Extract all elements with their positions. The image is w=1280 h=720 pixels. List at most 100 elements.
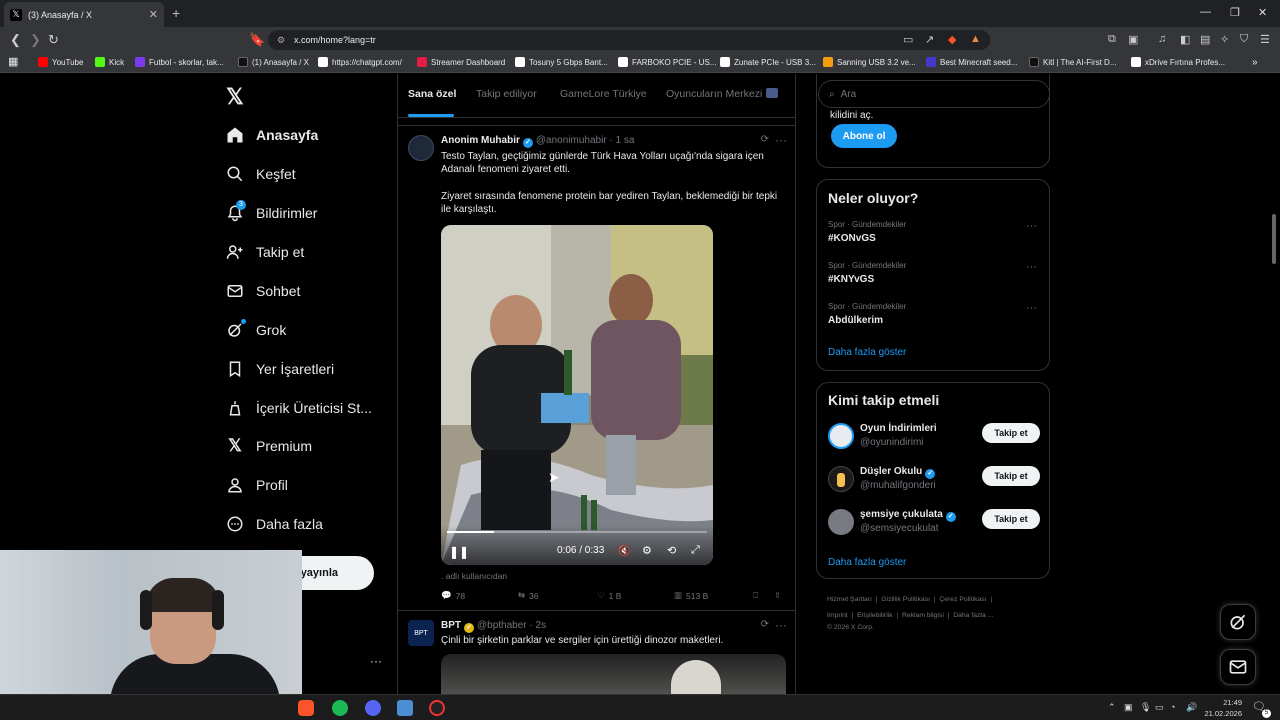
repost-button[interactable]: ⇆ 36 — [518, 590, 539, 601]
app-taskbar-icon[interactable] — [397, 700, 413, 716]
bookmark-item[interactable]: Best Minecraft seed... — [926, 57, 1017, 67]
footer-link[interactable]: Çerez Politikası — [939, 596, 986, 603]
nav-creator-studio[interactable]: İçerik Üreticisi St... — [224, 397, 372, 419]
bookmark-item[interactable]: Kitl | The AI-First D... — [1029, 57, 1117, 67]
wallet2-icon[interactable]: ▤ — [1200, 33, 1210, 46]
show-more-link[interactable]: Daha fazla göster — [828, 347, 906, 358]
sidebar-icon[interactable]: ◧ — [1180, 33, 1190, 46]
account-more-icon[interactable]: ··· — [370, 654, 382, 668]
forward-icon[interactable]: ❯ — [30, 32, 41, 48]
obs-taskbar-icon[interactable] — [429, 700, 445, 716]
menu-icon[interactable]: ☰ — [1260, 33, 1270, 46]
bookmark-item[interactable]: Futbol - skorlar, tak... — [135, 57, 224, 67]
x-logo-icon[interactable]: 𝕏 — [226, 84, 244, 110]
microphone-icon[interactable]: 🎙 — [1140, 702, 1151, 713]
nav-grok[interactable]: Grok — [224, 319, 286, 341]
vpn-icon[interactable]: ⛉ — [1240, 33, 1248, 46]
bookmark-item[interactable]: FARBOKO PCIE - US... — [618, 57, 716, 67]
bookmark-tweet-icon[interactable]: ⎕ — [753, 590, 758, 601]
tweet[interactable]: BPT BPT ✓ @bpthaber · 2s ⟳ ··· Çinli bir ş… — [398, 612, 795, 694]
nav-explore[interactable]: Keşfet — [224, 163, 296, 185]
footer-link[interactable]: Reklam bilgisi — [902, 612, 944, 619]
pause-icon[interactable]: ❚❚ — [449, 545, 469, 559]
maximize-button[interactable]: ❐ — [1230, 6, 1240, 19]
tab-gamelore[interactable]: GameLore Türkiye — [560, 88, 647, 100]
tweet-author[interactable]: Anonim Muhabir ✓ @anonimuhabir · 1 sa — [441, 135, 634, 148]
footer-link[interactable]: Daha fazla ... — [953, 612, 993, 619]
tweet-more-icon[interactable]: ··· — [775, 618, 787, 632]
extensions-icon[interactable]: ⧉ — [1108, 33, 1116, 46]
network-icon[interactable]: ▭ — [1155, 702, 1164, 713]
share-icon[interactable]: ↗ — [925, 33, 934, 46]
brave-shield-icon[interactable]: ◆ — [948, 33, 956, 46]
subscribe-button[interactable]: Abone ol — [831, 124, 897, 148]
nav-profile[interactable]: Profil — [224, 474, 288, 496]
trend-more-icon[interactable]: ··· — [1026, 261, 1037, 273]
like-button[interactable]: ♡ 1 B — [597, 590, 621, 601]
grok-fab-button[interactable] — [1220, 604, 1256, 640]
nav-more[interactable]: Daha fazla — [224, 513, 323, 535]
tab-oyuncularin-merkezi[interactable]: Oyuncuların Merkezi — [666, 88, 762, 100]
mute-icon[interactable]: 🔇 — [618, 546, 630, 557]
bookmark-item[interactable]: Streamer Dashboard — [417, 57, 505, 67]
avatar[interactable] — [408, 135, 434, 161]
grok-explain-icon[interactable]: ⟳ — [761, 134, 769, 145]
views-button[interactable]: ▥ 513 B — [674, 590, 708, 601]
tweet-video[interactable]: ❚❚ 0:06 / 0:33 🔇 ⚙ ⟲ ⤢ ➤ — [441, 225, 713, 565]
settings-icon[interactable]: ⚙ — [642, 544, 652, 557]
tab-close-icon[interactable]: ✕ — [149, 8, 158, 21]
bookmark-item[interactable]: Sanning USB 3.2 ve... — [823, 57, 916, 67]
trend-item[interactable]: #KNYvGS — [828, 274, 874, 285]
leo-icon[interactable]: ✧ — [1220, 33, 1229, 46]
trend-item[interactable]: #KONvGS — [828, 233, 876, 244]
bookmark-item[interactable]: Kick — [95, 57, 124, 67]
footer-link[interactable]: Hizmet Şartları — [827, 596, 872, 603]
site-info-icon[interactable]: ⚙ — [277, 35, 285, 46]
tweet-author[interactable]: BPT ✓ @bpthaber · 2s — [441, 620, 546, 633]
spotify-taskbar-icon[interactable] — [332, 700, 348, 716]
wifi-icon[interactable]: ◔ — [1170, 702, 1175, 712]
back-icon[interactable]: ❮ — [10, 32, 21, 48]
share-tweet-icon[interactable]: ⇪ — [774, 590, 781, 601]
new-tab-button[interactable]: + — [172, 5, 180, 21]
tab-following[interactable]: Takip ediliyor — [476, 88, 537, 100]
apps-grid-icon[interactable]: ▦ — [8, 55, 18, 68]
bookmark-item[interactable]: Zunate PCIe - USB 3... — [720, 57, 816, 67]
more-bookmarks-icon[interactable]: » — [1252, 57, 1258, 68]
tweet[interactable]: Anonim Muhabir ✓ @anonimuhabir · 1 sa ⟳ ··… — [398, 127, 795, 611]
follow-button[interactable]: Takip et — [982, 423, 1040, 443]
follow-button[interactable]: Takip et — [982, 509, 1040, 529]
brave-taskbar-icon[interactable] — [298, 700, 314, 716]
wallet-icon[interactable]: ▣ — [1128, 33, 1138, 46]
tray-app-icon[interactable]: ▣ — [1124, 702, 1133, 713]
grok-explain-icon[interactable]: ⟳ — [761, 619, 769, 630]
bookmark-page-icon[interactable]: 🔖 — [249, 32, 265, 48]
tray-chevron-icon[interactable]: ⌃ — [1108, 702, 1116, 713]
reload-icon[interactable]: ↻ — [48, 32, 59, 48]
follow-suggestion[interactable]: Oyun İndirimleri @oyunindirimi Takip et — [828, 421, 1040, 455]
video-progress-track[interactable] — [447, 531, 707, 533]
reply-button[interactable]: 💬 78 — [441, 590, 465, 601]
cast-icon[interactable]: ▭ — [903, 33, 913, 46]
bookmark-item[interactable]: https://chatgpt.com/ — [318, 57, 402, 67]
nav-chat[interactable]: Sohbet — [224, 280, 300, 302]
follow-button[interactable]: Takip et — [982, 466, 1040, 486]
bookmark-item[interactable]: xDrive Fırtına Profes... — [1131, 57, 1225, 67]
footer-link[interactable]: Erişilebilirlik — [857, 612, 893, 619]
trend-item[interactable]: Abdülkerim — [828, 315, 883, 326]
close-window-button[interactable]: ✕ — [1258, 6, 1267, 19]
avatar[interactable]: BPT — [408, 620, 434, 646]
nav-follow[interactable]: Takip et — [224, 241, 304, 263]
bookmark-item[interactable]: Tosuny 5 Gbps Bant... — [515, 57, 608, 67]
nav-bookmarks[interactable]: Yer İşaretleri — [224, 358, 334, 380]
nav-notifications[interactable]: 3 Bildirimler — [224, 200, 317, 224]
messages-fab-button[interactable] — [1220, 649, 1256, 685]
who-show-more-link[interactable]: Daha fazla göster — [828, 557, 906, 568]
follow-suggestion[interactable]: şemsiye çukulata ✓ @semsiyecukulat Takip … — [828, 507, 1040, 541]
fullscreen-icon[interactable]: ⤢ — [691, 544, 700, 557]
url-field[interactable]: ⚙ x.com/home?lang=tr — [268, 30, 990, 50]
tweet-more-icon[interactable]: ··· — [775, 133, 787, 147]
page-scrollbar[interactable] — [1272, 214, 1276, 264]
minimize-button[interactable]: — — [1200, 6, 1211, 18]
trend-more-icon[interactable]: ··· — [1026, 302, 1037, 314]
